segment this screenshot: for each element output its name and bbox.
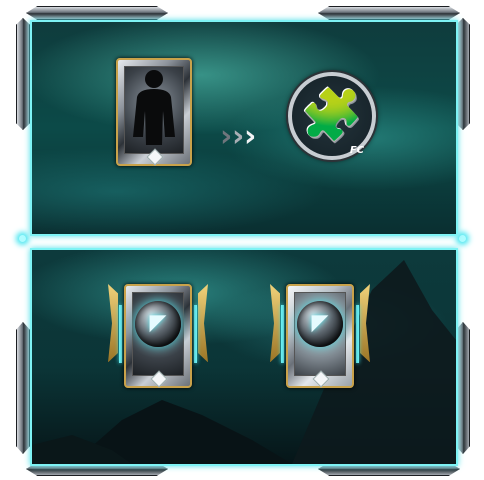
card-wing-right [360, 284, 370, 362]
fc-orb-logo: ◤ [149, 310, 167, 336]
card-glow-right [356, 304, 359, 363]
puzzle-piece-icon: 🧩 [300, 86, 364, 144]
frame-left-bottom [16, 322, 30, 454]
reward-card-2-art: ◤ [294, 292, 346, 376]
reward-card-1-body: ◤ [124, 284, 192, 388]
source-card-art [124, 66, 184, 154]
arrow-icon-1: › [220, 119, 233, 154]
reward-card-1[interactable]: ◤ [108, 280, 208, 392]
mountain-background [32, 260, 456, 464]
card-glow-right [194, 304, 197, 363]
card-wing-right [198, 284, 208, 362]
player-silhouette-icon [133, 70, 175, 145]
frame-top-right [318, 6, 460, 20]
fc-orb-logo: ◤ [311, 310, 329, 336]
card-glow-left [281, 304, 284, 363]
card-wing-left [270, 284, 280, 363]
puzzle-piece-badge[interactable]: 🧩 FC [288, 72, 376, 160]
reward-card-2-body: ◤ [286, 284, 354, 388]
frame-glow-right [459, 235, 466, 242]
rewards-panel: ◤ ◤ [30, 248, 458, 466]
conversion-panel: › › › 🧩 FC [30, 20, 458, 236]
frame-right-top [456, 18, 470, 130]
frame-top-left [26, 6, 168, 20]
arrow-icon-2: › [232, 119, 245, 154]
frame-left-top [16, 18, 30, 130]
frame-right-bottom [456, 322, 470, 454]
orb-icon: ◤ [297, 301, 343, 347]
arrow-icon-3: › [244, 119, 257, 154]
fc-logo-badge: FC [349, 145, 364, 156]
source-card[interactable] [116, 58, 192, 166]
card-wing-left [108, 284, 118, 363]
card-glow-left [119, 304, 122, 363]
orb-icon: ◤ [135, 301, 181, 347]
frame-glow-left [19, 235, 26, 242]
reward-card-2[interactable]: ◤ [270, 280, 370, 392]
reward-card-1-art: ◤ [132, 292, 184, 376]
